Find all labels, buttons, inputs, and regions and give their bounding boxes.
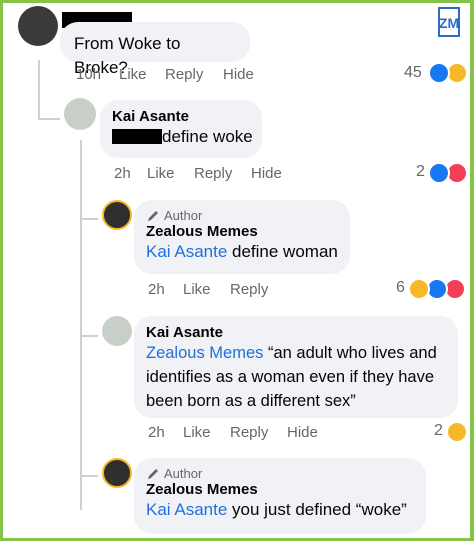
reaction-count[interactable]: 45 [404,64,422,82]
reaction-count[interactable]: 2 [434,422,443,440]
haha-reaction-icon [446,421,468,443]
like-button[interactable]: Like [183,281,211,298]
timestamp[interactable]: 10h [76,66,101,83]
thread-line [38,60,40,120]
comment-author[interactable]: Zealous Memes [146,481,414,498]
comment-bubble: Kai Asante Zealous Memes “an adult who l… [134,316,458,418]
author-badge: Author [164,466,203,481]
thread-line [80,475,98,477]
hide-button[interactable]: Hide [223,66,254,83]
timestamp[interactable]: 2h [148,281,165,298]
avatar[interactable] [18,6,58,46]
comment-bubble: From Woke to Broke? [60,22,250,77]
avatar[interactable] [64,98,96,130]
reaction-count[interactable]: 2 [416,163,425,181]
hide-button[interactable]: Hide [287,424,318,441]
timestamp[interactable]: 2h [148,424,165,441]
like-button[interactable]: Like [119,66,147,83]
reply-button[interactable]: Reply [230,424,268,441]
thread-line [80,218,98,220]
thread-line [38,118,60,120]
pen-author-icon [148,210,158,221]
comment-author[interactable]: Kai Asante [146,324,446,341]
reply-button[interactable]: Reply [194,165,232,182]
reaction-count[interactable]: 6 [396,279,405,297]
comment-text: you just defined “woke” [227,500,407,519]
mention-link[interactable]: Kai Asante [146,500,227,519]
avatar[interactable] [102,458,132,488]
timestamp[interactable]: 2h [114,165,131,182]
hide-button[interactable]: Hide [251,165,282,182]
avatar[interactable] [102,316,132,346]
author-badge: Author [164,208,203,223]
comment-author[interactable]: Zealous Memes [146,223,338,240]
like-button[interactable]: Like [147,165,175,182]
comment-bubble: Author Zealous Memes Kai Asante you just… [134,458,426,534]
thread-line [80,335,98,337]
comment-text: define woman [227,242,338,261]
comment-text: define woke [162,127,253,146]
thread-line [80,140,82,510]
mention-link[interactable]: Zealous Memes [146,344,263,362]
avatar[interactable] [102,200,132,230]
comment-author[interactable]: Kai Asante [112,108,250,125]
comment-bubble: Kai Asante define woke [100,100,262,158]
comment-bubble: Author Zealous Memes Kai Asante define w… [134,200,350,274]
like-button[interactable]: Like [183,424,211,441]
mention-link[interactable]: Kai Asante [146,242,227,261]
brand-logo-icon: ZM [438,7,460,37]
redacted-mention [112,129,162,144]
pen-author-icon [148,468,158,479]
reply-button[interactable]: Reply [165,66,203,83]
like-reaction-icon [428,162,450,184]
svg-text:ZM: ZM [439,15,459,31]
haha-reaction-icon [408,278,430,300]
reply-button[interactable]: Reply [230,281,268,298]
like-reaction-icon [428,62,450,84]
